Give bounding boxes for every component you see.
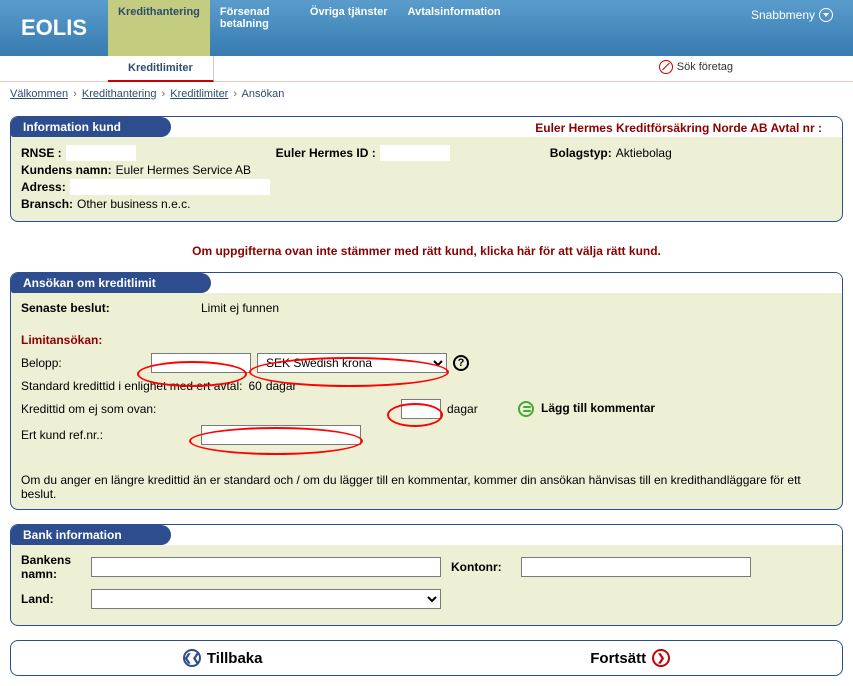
contract-line: Euler Hermes Kreditförsäkring Norde AB A… (535, 121, 822, 135)
search-label: Sök företag (677, 61, 733, 73)
currency-select[interactable]: SEK Swedish krona (257, 353, 447, 373)
nav-label: Övriga tjänster (310, 6, 388, 18)
breadcrumb-item: Ansökan (242, 88, 285, 100)
nav-avtalsinformation[interactable]: Avtalsinformation (398, 0, 511, 56)
sub-tabs: Kreditlimiter Sök företag (0, 56, 853, 82)
search-icon (659, 60, 673, 74)
amount-input[interactable] (151, 353, 251, 373)
quick-menu[interactable]: Snabbmeny (751, 0, 853, 56)
comment-icon (518, 401, 534, 417)
days-unit: dagar (447, 402, 478, 416)
address-value (70, 179, 270, 195)
click-here-link[interactable]: klicka här (480, 244, 535, 258)
button-bar: ❮❮ Tillbaka Fortsätt ❯ (10, 640, 843, 676)
quick-menu-label: Snabbmeny (751, 8, 815, 22)
add-comment-link[interactable]: Lägg till kommentar (518, 401, 655, 417)
your-ref-label: Ert kund ref.nr.: (21, 428, 201, 442)
help-icon[interactable]: ? (453, 355, 469, 371)
your-ref-input[interactable] (201, 425, 361, 445)
nav-label: betalning (220, 18, 269, 30)
bank-name-input[interactable] (91, 557, 441, 577)
amount-label: Belopp: (21, 356, 151, 370)
country-label: Land: (21, 592, 91, 606)
rnse-value (66, 145, 136, 161)
panel-title: Ansökan om kreditlimit (11, 273, 211, 293)
nav-label: Försenad (220, 6, 270, 18)
top-navigation: EOLIS Kredithantering Försenad betalning… (0, 0, 853, 56)
apply-panel: Ansökan om kreditlimit Senaste beslut: L… (10, 272, 843, 510)
latest-decision-value: Limit ej funnen (201, 301, 279, 315)
referral-note: Om du anger en längre kredittid än er st… (21, 473, 832, 501)
wrong-customer-alert: Om uppgifterna ovan inte stämmer med rät… (10, 236, 843, 272)
panel-title: Information kund (11, 117, 171, 137)
chevron-down-icon (819, 8, 833, 22)
back-icon: ❮❮ (183, 649, 201, 667)
ehid-label: Euler Hermes ID : (276, 146, 376, 160)
account-input[interactable] (521, 557, 751, 577)
info-kund-panel: Information kund Euler Hermes Kreditförs… (10, 116, 843, 222)
search-company[interactable]: Sök företag (659, 60, 733, 74)
panel-title: Bank information (11, 525, 171, 545)
latest-decision-label: Senaste beslut: (21, 301, 201, 315)
customer-name-label: Kundens namn: (21, 163, 112, 177)
nav-ovriga-tjanster[interactable]: Övriga tjänster (300, 0, 398, 56)
breadcrumb-item[interactable]: Kredithantering (82, 88, 157, 100)
address-label: Adress: (21, 180, 66, 194)
country-select[interactable] (91, 589, 441, 609)
breadcrumb-item[interactable]: Välkommen (10, 88, 68, 100)
std-credit-value: 60 (248, 379, 261, 393)
customer-name-value: Euler Hermes Service AB (116, 163, 251, 177)
rnse-label: RNSE : (21, 146, 62, 160)
ehid-value (380, 145, 450, 161)
nav-forsenad-betalning[interactable]: Försenad betalning (210, 0, 300, 56)
nav-label: Kredithantering (118, 6, 200, 18)
back-button[interactable]: ❮❮ Tillbaka (183, 649, 263, 667)
forward-icon: ❯ (652, 649, 670, 667)
limit-application-title: Limitansökan: (21, 333, 832, 347)
nav-kredithantering[interactable]: Kredithantering (108, 0, 210, 56)
bank-panel: Bank information Bankens namn: Kontonr: … (10, 524, 843, 626)
account-label: Kontonr: (451, 560, 521, 574)
company-type-label: Bolagstyp: (550, 146, 612, 160)
breadcrumb: Välkommen › Kredithantering › Kreditlimi… (0, 82, 853, 106)
std-credit-label: Standard kredittid i enlighet med ert av… (21, 379, 242, 393)
industry-label: Bransch: (21, 197, 73, 211)
days-unit: dagar (266, 379, 297, 393)
bank-name-label: Bankens namn: (21, 553, 91, 581)
credit-days-input[interactable] (401, 399, 441, 419)
nav-label: Avtalsinformation (408, 6, 501, 18)
industry-value: Other business n.e.c. (77, 197, 190, 211)
tab-kreditlimiter[interactable]: Kreditlimiter (108, 56, 214, 82)
continue-button[interactable]: Fortsätt ❯ (590, 649, 670, 667)
brand-logo: EOLIS (0, 0, 108, 56)
company-type-value: Aktiebolag (616, 146, 672, 160)
breadcrumb-item[interactable]: Kreditlimiter (170, 88, 228, 100)
credit-if-not-label: Kredittid om ej som ovan: (21, 402, 401, 416)
